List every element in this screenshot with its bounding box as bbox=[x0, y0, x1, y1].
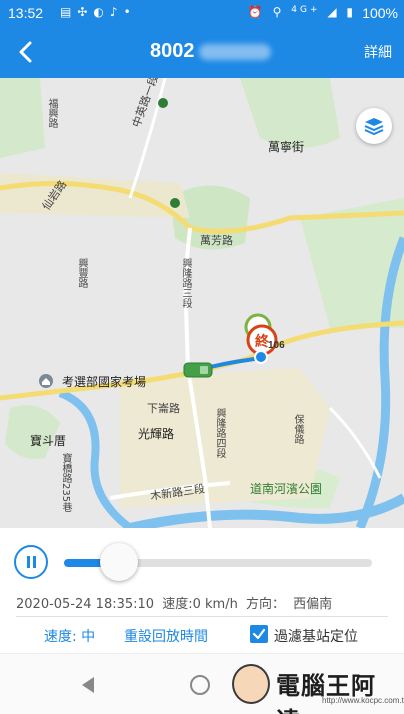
network-type: 4G+ bbox=[291, 5, 321, 15]
nav-home-button[interactable] bbox=[190, 675, 210, 695]
app-bar: 8002 詳細 bbox=[0, 26, 404, 78]
highway-shield-icon bbox=[170, 198, 180, 208]
filter-checkbox[interactable] bbox=[250, 625, 268, 643]
park-area bbox=[0, 78, 45, 158]
vehicle-id: 8002 bbox=[150, 40, 195, 62]
map-label-guangming: 光輝路 bbox=[138, 427, 175, 441]
tiktok-icon: ♪ bbox=[109, 5, 124, 19]
info-timestamp: 2020-05-24 18:35:10 bbox=[16, 597, 155, 612]
playback-info: 2020-05-24 18:35:10 速度:0 km/h 方向： 西偏南 bbox=[16, 593, 336, 612]
watermark-face-icon bbox=[232, 664, 270, 704]
pause-icon-bar bbox=[33, 556, 36, 568]
highway-shield-icon bbox=[158, 98, 168, 108]
map-label-baoyi: 保儀路 bbox=[292, 414, 303, 444]
filter-label: 過濾基站定位 bbox=[274, 629, 358, 645]
slider-thumb[interactable] bbox=[100, 543, 139, 581]
urban-area bbox=[0, 173, 190, 218]
blurred-plate bbox=[198, 43, 271, 60]
status-time: 13:52 bbox=[8, 5, 44, 21]
battery-percent: 100% bbox=[362, 5, 398, 21]
alarm-icon: ⏰ bbox=[247, 5, 266, 19]
map-label-wanfang: 萬芳路 bbox=[200, 234, 233, 247]
pause-button[interactable] bbox=[14, 545, 48, 579]
road-106-label: 106 bbox=[268, 340, 285, 351]
divider bbox=[16, 616, 388, 617]
layers-icon bbox=[364, 118, 384, 136]
map-label-baodou: 寶斗厝 bbox=[30, 434, 67, 448]
notification-icons: ▤✣◐♪• bbox=[60, 5, 137, 19]
system-icons: ⏰ ⚲ 4G+ ◢ ▮ bbox=[248, 5, 356, 19]
map-label-exam-center: 考選部國家考場 bbox=[62, 375, 147, 389]
playback-slider[interactable] bbox=[64, 543, 372, 581]
back-arrow-icon bbox=[19, 41, 32, 63]
info-direction-value: 西偏南 bbox=[293, 597, 333, 612]
check-icon bbox=[252, 628, 266, 640]
playback-controls: 2020-05-24 18:35:10 速度:0 km/h 方向： 西偏南 速度… bbox=[0, 528, 404, 653]
watermark: 電腦王阿達 http://www.kocpc.com.tw bbox=[232, 662, 404, 714]
dot-icon: • bbox=[123, 5, 137, 19]
status-bar: 13:52 ▤✣◐♪• ⏰ ⚲ 4G+ ◢ ▮ 100% bbox=[0, 0, 404, 26]
map-label-fuxin: 福興路 bbox=[46, 98, 57, 128]
map-layers-button[interactable] bbox=[356, 108, 392, 144]
nav-back-button[interactable] bbox=[80, 676, 96, 698]
signal-icon: ◢ bbox=[327, 5, 340, 19]
info-speed: 速度:0 km/h bbox=[162, 597, 238, 612]
info-direction-label: 方向： bbox=[245, 597, 285, 612]
map-label-xinglong4: 興隆路四段 bbox=[214, 408, 225, 458]
message-icon: ▤ bbox=[60, 5, 78, 19]
map-label-xinglong3: 興隆路三段 bbox=[180, 258, 191, 308]
pause-icon bbox=[27, 556, 30, 568]
map-label-daonan-park: 道南河濱公園 bbox=[250, 482, 323, 496]
map-label-wanning: 萬寧街 bbox=[268, 140, 305, 154]
map-label-baoqiao: 寶橋路235巷 bbox=[60, 453, 71, 513]
watermark-text: 電腦王阿達 bbox=[276, 672, 376, 714]
vehicle-window bbox=[200, 366, 208, 374]
reset-playback-time-button[interactable]: 重設回放時間 bbox=[124, 626, 208, 646]
pinwheel-icon: ✣ bbox=[77, 5, 94, 19]
current-position-marker bbox=[254, 350, 268, 364]
map-label-xiahai: 下崙路 bbox=[147, 402, 180, 415]
back-button[interactable] bbox=[10, 36, 44, 68]
battery-icon: ▮ bbox=[346, 5, 356, 19]
watermark-url: http://www.kocpc.com.tw bbox=[322, 696, 404, 705]
system-nav-bar: 電腦王阿達 http://www.kocpc.com.tw bbox=[0, 653, 404, 714]
location-icon: ⚲ bbox=[272, 5, 285, 19]
speed-selector[interactable]: 速度: 中 bbox=[44, 626, 95, 646]
nav-back-icon bbox=[82, 677, 94, 693]
vehicle-title: 8002 bbox=[150, 40, 271, 63]
map-label-xingfeng: 興豐路 bbox=[76, 258, 87, 288]
map-view[interactable]: 終 福興路 中英路一段 萬寧街 仙岩路 興豐路 萬芳路 興隆路三段 考選部國家考… bbox=[0, 78, 404, 528]
detail-button[interactable]: 詳細 bbox=[364, 42, 392, 62]
road-minor bbox=[328, 406, 382, 479]
line-icon: ◐ bbox=[93, 5, 110, 19]
